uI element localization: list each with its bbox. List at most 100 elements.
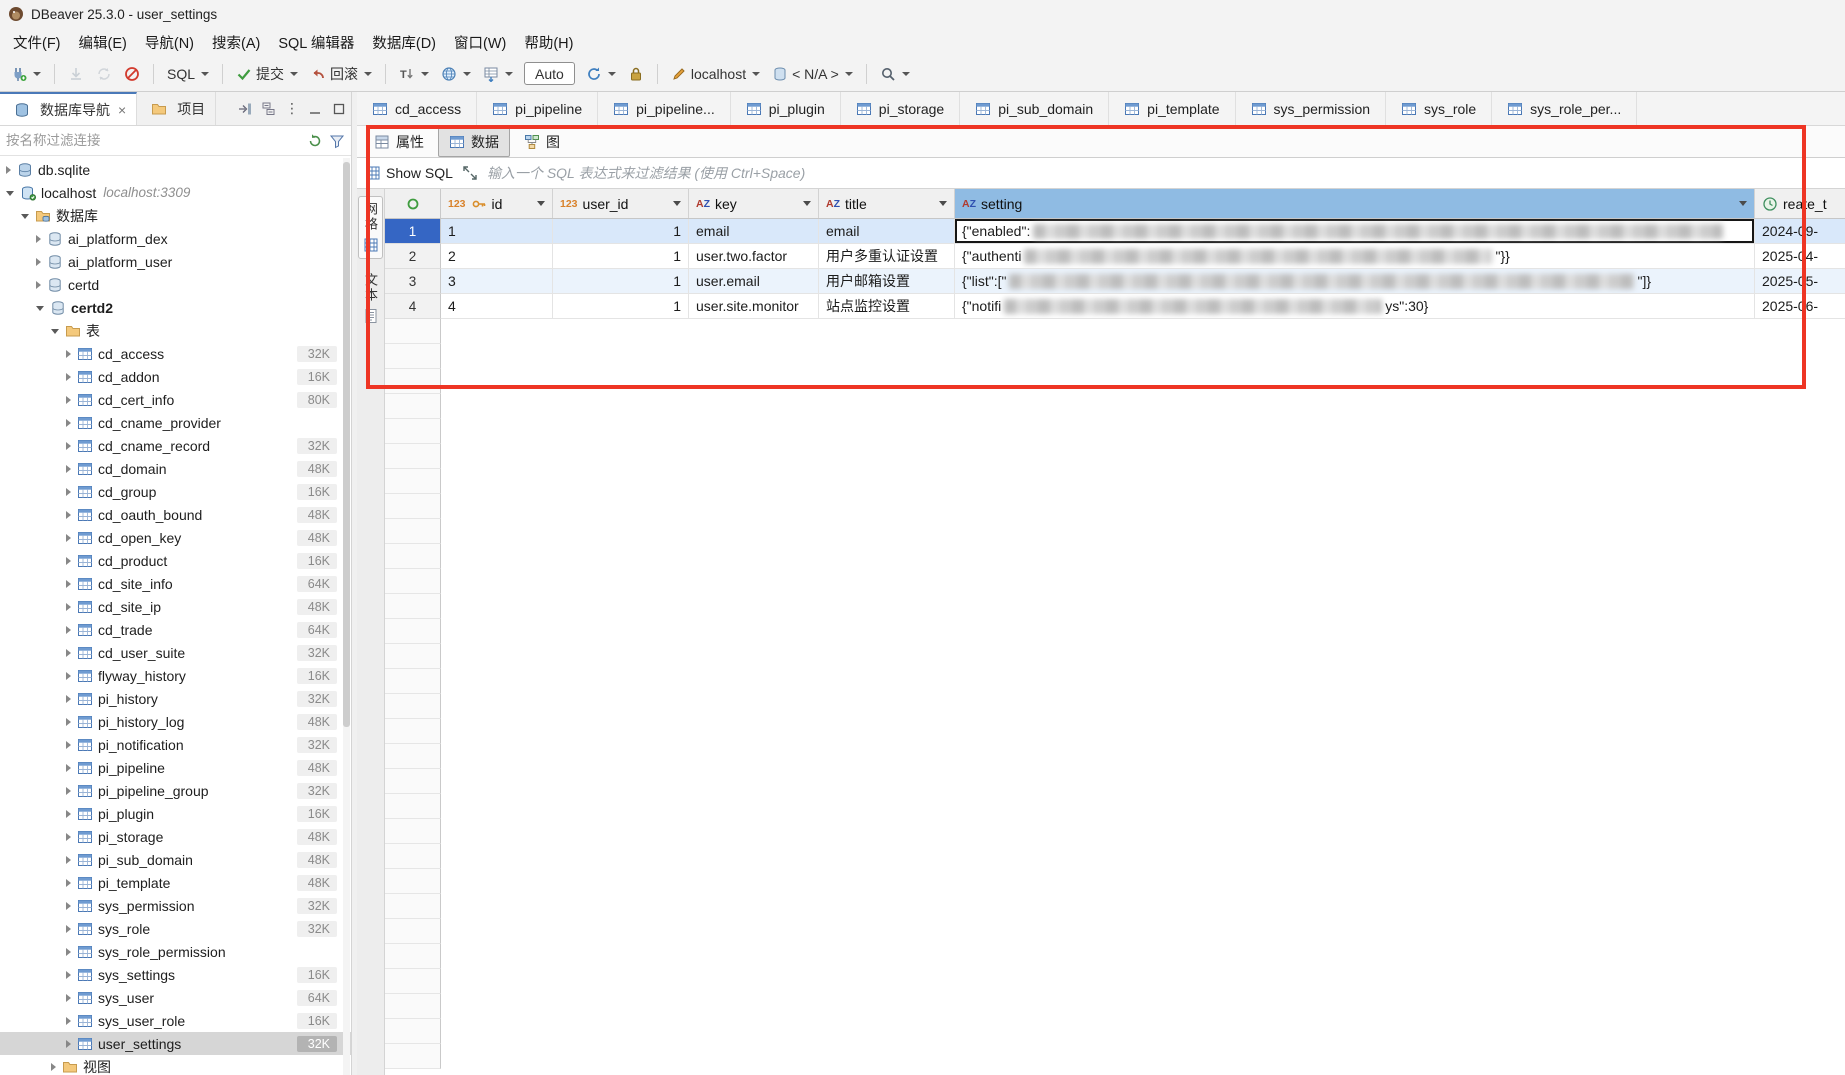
tree-item-cd_access[interactable]: cd_access32K (0, 342, 351, 365)
row-number-empty[interactable] (385, 344, 441, 369)
chevron-right-icon[interactable] (66, 396, 71, 404)
cell-id[interactable]: 1 (441, 219, 553, 244)
expand-filter-icon[interactable] (462, 165, 478, 181)
chevron-right-icon[interactable] (66, 764, 71, 772)
column-header-setting[interactable]: AZsetting (955, 189, 1755, 218)
chevron-right-icon[interactable] (66, 373, 71, 381)
result-tab-图[interactable]: 图 (513, 127, 571, 157)
tree-item-视图[interactable]: 视图 (0, 1055, 351, 1075)
chevron-right-icon[interactable] (6, 166, 11, 174)
chevron-right-icon[interactable] (66, 557, 71, 565)
sidebar-scrollbar[interactable] (343, 158, 350, 1075)
tree-item-cd_site_ip[interactable]: cd_site_ip48K (0, 595, 351, 618)
cell-setting[interactable]: {"list":[""]} (955, 269, 1755, 294)
tree-item-cd_cert_info[interactable]: cd_cert_info80K (0, 388, 351, 411)
doc-tab-pi_plugin[interactable]: pi_plugin (731, 92, 841, 125)
chevron-down-icon[interactable] (21, 214, 29, 219)
tree-item-pi_storage[interactable]: pi_storage48K (0, 825, 351, 848)
open-sql-editor-button[interactable]: SQL (162, 63, 214, 85)
active-database-select[interactable]: < N/A > (767, 63, 858, 85)
column-header-title[interactable]: AZtitle (819, 189, 955, 218)
row-number-empty[interactable] (385, 719, 441, 744)
column-menu-caret-icon[interactable] (537, 201, 545, 206)
tree-item-pi_template[interactable]: pi_template48K (0, 871, 351, 894)
cell-id[interactable]: 2 (441, 244, 553, 269)
tree-item-cd_group[interactable]: cd_group16K (0, 480, 351, 503)
row-number-empty[interactable] (385, 419, 441, 444)
chevron-right-icon[interactable] (66, 419, 71, 427)
tree-item-ai_platform_user[interactable]: ai_platform_user (0, 250, 351, 273)
no-transaction-button[interactable] (119, 63, 145, 85)
tree-item-数据库[interactable]: 数据库 (0, 204, 351, 227)
chevron-down-icon[interactable] (6, 191, 14, 196)
row-number-empty[interactable] (385, 619, 441, 644)
active-connection-select[interactable]: localhost (666, 63, 765, 85)
row-number-empty[interactable] (385, 794, 441, 819)
tree-item-cd_addon[interactable]: cd_addon16K (0, 365, 351, 388)
chevron-right-icon[interactable] (66, 580, 71, 588)
tree-item-cd_domain[interactable]: cd_domain48K (0, 457, 351, 480)
doc-tab-cd_access[interactable]: cd_access (357, 92, 477, 125)
chevron-right-icon[interactable] (66, 856, 71, 864)
chevron-right-icon[interactable] (66, 741, 71, 749)
tree-item-sys_role[interactable]: sys_role32K (0, 917, 351, 940)
column-menu-caret-icon[interactable] (1739, 201, 1747, 206)
filter-funnel-icon[interactable] (329, 133, 345, 149)
column-menu-caret-icon[interactable] (673, 201, 681, 206)
chevron-down-icon[interactable] (36, 306, 44, 311)
tab-database-navigator[interactable]: 数据库导航 × (0, 92, 137, 125)
chevron-right-icon[interactable] (36, 235, 41, 243)
chevron-right-icon[interactable] (36, 258, 41, 266)
cell-key[interactable]: user.two.factor (689, 244, 819, 269)
doc-tab-pi_pipeline...[interactable]: pi_pipeline... (598, 92, 731, 125)
tree-item-pi_pipeline_group[interactable]: pi_pipeline_group32K (0, 779, 351, 802)
column-header-id[interactable]: 123id (441, 189, 553, 218)
chevron-right-icon[interactable] (36, 281, 41, 289)
chevron-right-icon[interactable] (66, 1017, 71, 1025)
menu-search[interactable]: 搜索(A) (203, 29, 269, 56)
cell-create-time[interactable]: 2024-09- (1755, 219, 1845, 244)
row-number-empty[interactable] (385, 869, 441, 894)
row-number-empty[interactable] (385, 594, 441, 619)
tree-item-pi_notification[interactable]: pi_notification32K (0, 733, 351, 756)
sql-filter-input[interactable]: 输入一个 SQL 表达式来过滤结果 (使用 Ctrl+Space) (487, 163, 1845, 183)
row-number-empty[interactable] (385, 919, 441, 944)
refresh-filter-icon[interactable] (307, 133, 323, 149)
chevron-right-icon[interactable] (66, 971, 71, 979)
chevron-right-icon[interactable] (66, 488, 71, 496)
row-number-empty[interactable] (385, 369, 441, 394)
lock-button[interactable] (623, 63, 649, 85)
commit-button[interactable]: 提交 (231, 61, 303, 87)
chevron-right-icon[interactable] (66, 1040, 71, 1048)
row-number-empty[interactable] (385, 744, 441, 769)
tree-item-flyway_history[interactable]: flyway_history16K (0, 664, 351, 687)
chevron-right-icon[interactable] (66, 925, 71, 933)
tree-item-localhost[interactable]: localhostlocalhost:3309 (0, 181, 351, 204)
row-number-empty[interactable] (385, 494, 441, 519)
row-number-empty[interactable] (385, 319, 441, 344)
cell-user_id[interactable]: 1 (553, 269, 689, 294)
chevron-right-icon[interactable] (66, 994, 71, 1002)
row-number[interactable]: 4 (385, 294, 441, 319)
tree-item-sys_user[interactable]: sys_user64K (0, 986, 351, 1009)
chevron-right-icon[interactable] (51, 1063, 56, 1071)
chevron-right-icon[interactable] (66, 879, 71, 887)
tree-item-db.sqlite[interactable]: db.sqlite (0, 158, 351, 181)
menu-navigate[interactable]: 导航(N) (136, 29, 203, 56)
tree-item-sys_settings[interactable]: sys_settings16K (0, 963, 351, 986)
chevron-right-icon[interactable] (66, 695, 71, 703)
row-number-empty[interactable] (385, 569, 441, 594)
row-number-empty[interactable] (385, 819, 441, 844)
row-number-empty[interactable] (385, 669, 441, 694)
row-number-empty[interactable] (385, 1044, 441, 1069)
row-number-empty[interactable] (385, 394, 441, 419)
row-number-empty[interactable] (385, 994, 441, 1019)
row-number-empty[interactable] (385, 694, 441, 719)
column-menu-caret-icon[interactable] (939, 201, 947, 206)
row-number-empty[interactable] (385, 844, 441, 869)
row-number-empty[interactable] (385, 944, 441, 969)
tree-item-sys_role_permission[interactable]: sys_role_permission (0, 940, 351, 963)
doc-tab-pi_storage[interactable]: pi_storage (841, 92, 960, 125)
menu-window[interactable]: 窗口(W) (445, 29, 515, 56)
row-number-empty[interactable] (385, 444, 441, 469)
